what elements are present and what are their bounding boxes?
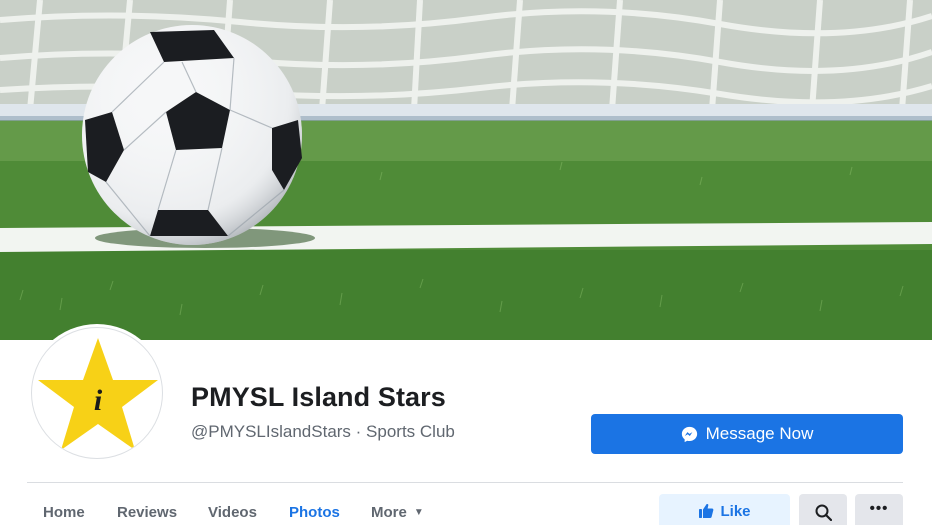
cover-photo[interactable] bbox=[0, 0, 932, 340]
tab-photos[interactable]: Photos bbox=[289, 504, 340, 521]
thumbs-up-icon bbox=[699, 503, 714, 518]
caret-down-icon: ▼ bbox=[413, 507, 424, 518]
search-page-button[interactable] bbox=[799, 494, 847, 525]
more-options-icon: ••• bbox=[869, 500, 889, 517]
like-label: Like bbox=[720, 503, 751, 520]
header-divider bbox=[27, 482, 903, 483]
tab-home-label: Home bbox=[43, 504, 85, 521]
messenger-icon bbox=[681, 426, 697, 442]
tab-reviews-label: Reviews bbox=[117, 504, 178, 521]
more-options-button[interactable]: ••• bbox=[855, 494, 903, 525]
page-handle-category: @PMYSLIslandStars · Sports Club bbox=[191, 422, 455, 441]
cover-photo-art bbox=[0, 0, 932, 340]
tab-more-label: More bbox=[371, 504, 407, 521]
tab-photos-label: Photos bbox=[289, 504, 340, 521]
tab-videos-label: Videos bbox=[208, 504, 257, 521]
tab-more[interactable]: More ▼ bbox=[371, 504, 424, 521]
tab-home[interactable]: Home bbox=[43, 504, 85, 521]
page-title: PMYSL Island Stars bbox=[191, 382, 446, 412]
page-profile-picture[interactable]: i bbox=[31, 327, 163, 459]
tab-reviews[interactable]: Reviews bbox=[117, 504, 177, 521]
yellow-star-logo-icon: i bbox=[38, 338, 158, 450]
soccer-ball-graphic bbox=[82, 25, 302, 245]
tab-videos[interactable]: Videos bbox=[208, 504, 257, 521]
message-now-button[interactable]: Message Now bbox=[591, 414, 903, 454]
like-button[interactable]: Like bbox=[659, 494, 790, 525]
search-icon bbox=[815, 504, 832, 521]
svg-text:i: i bbox=[94, 384, 103, 417]
message-now-label: Message Now bbox=[705, 424, 814, 443]
